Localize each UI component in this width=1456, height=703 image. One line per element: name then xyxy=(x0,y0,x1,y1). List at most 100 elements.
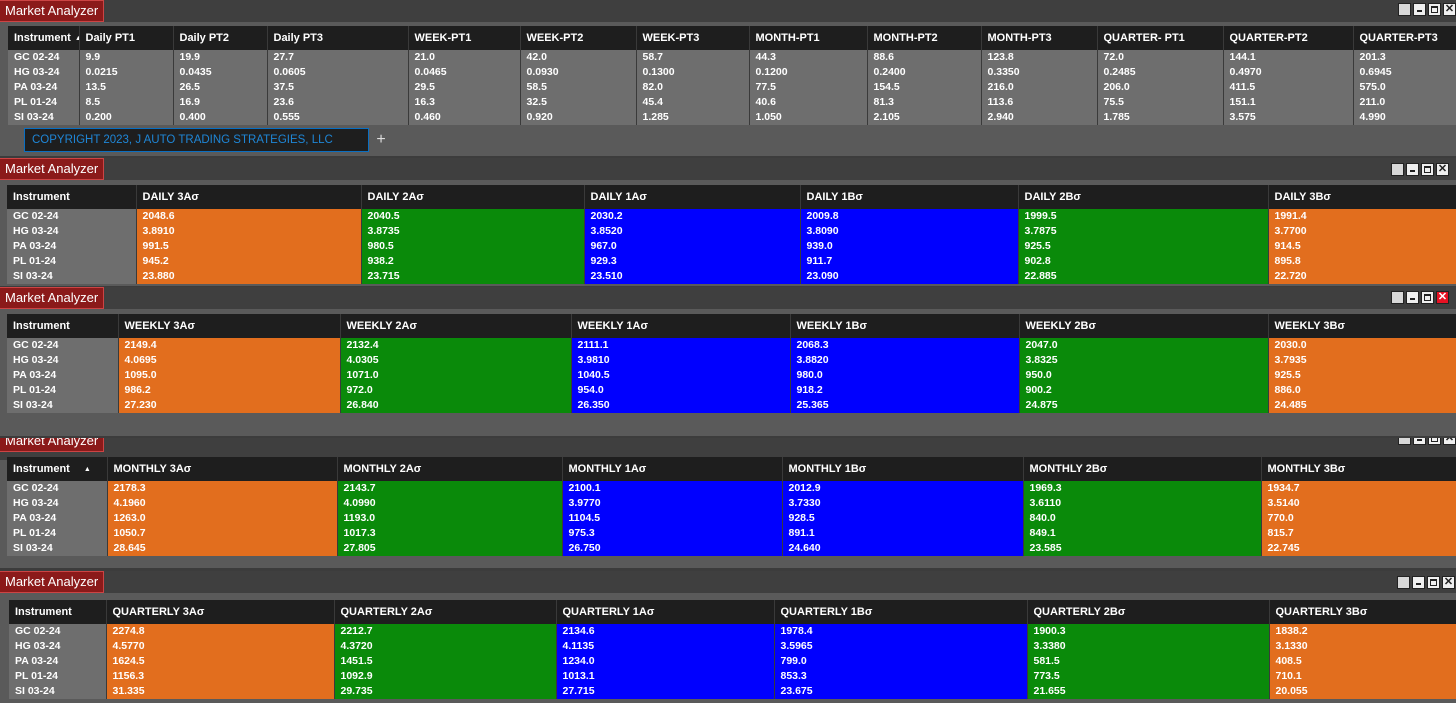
column-header[interactable]: DAILY 1Aσ xyxy=(584,185,801,209)
instrument-cell[interactable]: GC 02-24 xyxy=(9,624,107,639)
table-row[interactable]: HG 03-24 4.0695 4.0305 3.9810 3.8820 3.8325 3.… xyxy=(7,353,1456,368)
instrument-cell[interactable]: SI 03-24 xyxy=(9,684,107,699)
instrument-cell[interactable]: GC 02-24 xyxy=(8,50,80,65)
instrument-cell[interactable]: GC 02-24 xyxy=(7,338,119,353)
column-header[interactable]: DAILY 1Bσ xyxy=(800,185,1019,209)
table-row[interactable]: PL 01-24 945.2 938.2 929.3 911.7 902.8 895.8 xyxy=(7,254,1456,269)
title-bar[interactable]: Market Analyzer ✕ xyxy=(0,571,1456,593)
table-row[interactable]: HG 03-24 4.5770 4.3720 4.1135 3.5965 3.3380 3.… xyxy=(9,639,1456,654)
link-icon[interactable] xyxy=(1397,576,1410,589)
title-bar[interactable]: Market Analyzer ✕ xyxy=(0,287,1456,309)
column-header[interactable]: QUARTER- PT1 xyxy=(1097,26,1224,50)
close-button[interactable]: ✕ xyxy=(1443,438,1456,445)
table-row[interactable]: SI 03-24 27.230 26.840 26.350 25.365 24.875 24… xyxy=(7,398,1456,413)
column-header[interactable]: MONTHLY 1Aσ xyxy=(562,457,783,481)
instrument-cell[interactable]: PA 03-24 xyxy=(7,511,108,526)
column-header[interactable]: MONTHLY 3Aσ xyxy=(107,457,338,481)
table-row[interactable]: PL 01-24 1050.7 1017.3 975.3 891.1 849.1 815.7 xyxy=(7,526,1456,541)
title-bar[interactable]: Market Analyzer ✕ xyxy=(0,0,1456,22)
column-header[interactable]: QUARTERLY 1Aσ xyxy=(556,600,775,624)
column-header[interactable]: QUARTER-PT3 xyxy=(1353,26,1456,50)
instrument-column-header[interactable]: Instrument xyxy=(9,600,107,624)
column-header[interactable]: QUARTERLY 3Aσ xyxy=(106,600,335,624)
instrument-cell[interactable]: PA 03-24 xyxy=(7,368,119,383)
instrument-cell[interactable]: HG 03-24 xyxy=(7,224,137,239)
maximize-button[interactable] xyxy=(1421,163,1434,176)
instrument-cell[interactable]: SI 03-24 xyxy=(7,398,119,413)
column-header[interactable]: WEEKLY 3Aσ xyxy=(118,314,341,338)
title-bar[interactable]: Market Analyzer ✕ xyxy=(0,158,1456,180)
add-tab-button[interactable]: + xyxy=(372,131,390,149)
link-icon[interactable] xyxy=(1398,438,1411,445)
close-button[interactable]: ✕ xyxy=(1443,3,1456,16)
minimize-button[interactable] xyxy=(1406,163,1419,176)
column-header[interactable]: MONTHLY 1Bσ xyxy=(782,457,1024,481)
table-row[interactable]: PL 01-24 1156.3 1092.9 1013.1 853.3 773.5 710.… xyxy=(9,669,1456,684)
table-row[interactable]: GC 02-24 2274.8 2212.7 2134.6 1978.4 1900.3 18… xyxy=(9,624,1456,639)
column-header[interactable]: MONTH-PT2 xyxy=(867,26,982,50)
table-row[interactable]: GC 02-24 9.9 19.9 27.7 21.0 42.0 58.7 44.3 88.6 1… xyxy=(8,50,1456,65)
instrument-column-header[interactable]: Instrument ▲ xyxy=(8,26,80,50)
table-row[interactable]: SI 03-24 0.200 0.400 0.555 0.460 0.920 1.285 1.… xyxy=(8,110,1456,125)
close-button[interactable]: ✕ xyxy=(1436,291,1449,304)
column-header[interactable]: WEEKLY 2Bσ xyxy=(1019,314,1269,338)
instrument-cell[interactable]: HG 03-24 xyxy=(9,639,107,654)
table-row[interactable]: HG 03-24 3.8910 3.8735 3.8520 3.8090 3.7875 3.… xyxy=(7,224,1456,239)
link-icon[interactable] xyxy=(1391,163,1404,176)
column-header[interactable]: Daily PT2 xyxy=(173,26,268,50)
column-header[interactable]: WEEK-PT2 xyxy=(520,26,637,50)
table-row[interactable]: HG 03-24 4.1960 4.0990 3.9770 3.7330 3.6110 3.… xyxy=(7,496,1456,511)
instrument-cell[interactable]: PL 01-24 xyxy=(7,254,137,269)
table-row[interactable]: PA 03-24 1095.0 1071.0 1040.5 980.0 950.0 925.… xyxy=(7,368,1456,383)
table-row[interactable]: GC 02-24 2048.6 2040.5 2030.2 2009.8 1999.5 19… xyxy=(7,209,1456,224)
maximize-button[interactable] xyxy=(1428,438,1441,445)
column-header[interactable]: QUARTERLY 1Bσ xyxy=(774,600,1028,624)
instrument-cell[interactable]: PA 03-24 xyxy=(8,80,80,95)
table-row[interactable]: PL 01-24 986.2 972.0 954.0 918.2 900.2 886.0 xyxy=(7,383,1456,398)
column-header[interactable]: DAILY 2Aσ xyxy=(361,185,585,209)
instrument-column-header[interactable]: Instrument xyxy=(7,314,119,338)
table-row[interactable]: PA 03-24 1624.5 1451.5 1234.0 799.0 581.5 408.… xyxy=(9,654,1456,669)
instrument-cell[interactable]: PL 01-24 xyxy=(7,383,119,398)
link-icon[interactable] xyxy=(1391,291,1404,304)
column-header[interactable]: QUARTERLY 2Aσ xyxy=(334,600,557,624)
instrument-cell[interactable]: HG 03-24 xyxy=(7,496,108,511)
table-row[interactable]: PA 03-24 991.5 980.5 967.0 939.0 925.5 914.5 xyxy=(7,239,1456,254)
column-header[interactable]: DAILY 2Bσ xyxy=(1018,185,1269,209)
link-icon[interactable] xyxy=(1398,3,1411,16)
column-header[interactable]: MONTHLY 3Bσ xyxy=(1261,457,1456,481)
table-row[interactable]: PL 01-24 8.5 16.9 23.6 16.3 32.5 45.4 40.6 81.3 1… xyxy=(8,95,1456,110)
column-header[interactable]: WEEKLY 2Aσ xyxy=(340,314,572,338)
column-header[interactable]: WEEK-PT1 xyxy=(408,26,521,50)
instrument-cell[interactable]: PL 01-24 xyxy=(8,95,80,110)
column-header[interactable]: WEEKLY 1Bσ xyxy=(790,314,1020,338)
column-header[interactable]: MONTH-PT3 xyxy=(981,26,1098,50)
instrument-cell[interactable]: HG 03-24 xyxy=(8,65,80,80)
column-header[interactable]: QUARTER-PT2 xyxy=(1223,26,1354,50)
minimize-button[interactable] xyxy=(1412,576,1425,589)
column-header[interactable]: MONTHLY 2Bσ xyxy=(1023,457,1262,481)
column-header[interactable]: Daily PT1 xyxy=(79,26,174,50)
maximize-button[interactable] xyxy=(1427,576,1440,589)
instrument-cell[interactable]: PL 01-24 xyxy=(7,526,108,541)
close-button[interactable]: ✕ xyxy=(1442,576,1455,589)
column-header[interactable]: MONTHLY 2Aσ xyxy=(337,457,563,481)
instrument-cell[interactable]: SI 03-24 xyxy=(8,110,80,125)
table-row[interactable]: HG 03-24 0.0215 0.0435 0.0605 0.0465 0.0930 0.… xyxy=(8,65,1456,80)
maximize-button[interactable] xyxy=(1421,291,1434,304)
column-header[interactable]: Daily PT3 xyxy=(267,26,409,50)
instrument-cell[interactable]: SI 03-24 xyxy=(7,269,137,284)
column-header[interactable]: WEEK-PT3 xyxy=(636,26,750,50)
column-header[interactable]: QUARTERLY 2Bσ xyxy=(1027,600,1270,624)
minimize-button[interactable] xyxy=(1413,438,1426,445)
close-button[interactable]: ✕ xyxy=(1436,163,1449,176)
instrument-column-header[interactable]: Instrument ▲ xyxy=(7,457,108,481)
instrument-column-header[interactable]: Instrument xyxy=(7,185,137,209)
instrument-cell[interactable]: PL 01-24 xyxy=(9,669,107,684)
table-row[interactable]: SI 03-24 28.645 27.805 26.750 24.640 23.585 22… xyxy=(7,541,1456,556)
instrument-cell[interactable]: GC 02-24 xyxy=(7,209,137,224)
table-row[interactable]: PA 03-24 13.5 26.5 37.5 29.5 58.5 82.0 77.5 154.… xyxy=(8,80,1456,95)
table-row[interactable]: GC 02-24 2149.4 2132.4 2111.1 2068.3 2047.0 20… xyxy=(7,338,1456,353)
column-header[interactable]: WEEKLY 1Aσ xyxy=(571,314,791,338)
table-row[interactable]: GC 02-24 2178.3 2143.7 2100.1 2012.9 1969.3 19… xyxy=(7,481,1456,496)
